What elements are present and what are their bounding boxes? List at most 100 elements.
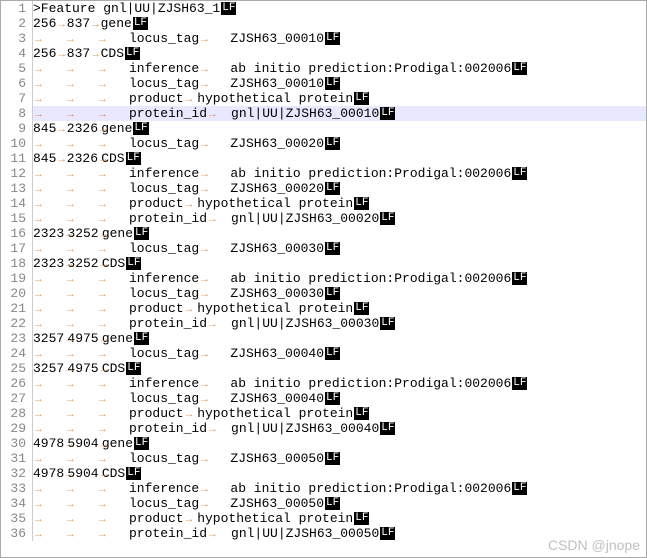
code-text: 4978 [33, 466, 64, 481]
code-text: 2326 [67, 121, 98, 136]
code-line[interactable]: 845 2326 geneLF [33, 121, 646, 136]
code-line[interactable]: protein_id gnl|UU|ZJSH63_00010LF [33, 106, 646, 121]
code-line[interactable]: inference ab initio prediction:Prodigal:… [33, 481, 646, 496]
code-content[interactable]: >Feature gnl|UU|ZJSH63_1LF256 837 geneLF… [33, 1, 646, 541]
code-line[interactable]: inference ab initio prediction:Prodigal:… [33, 376, 646, 391]
line-number: 3 [1, 31, 32, 46]
code-editor[interactable]: 1234567891011121314151617181920212223242… [1, 1, 646, 541]
code-text: locus_tag [129, 181, 199, 196]
lf-marker: LF [134, 227, 149, 240]
code-line[interactable]: 4978 5904 CDSLF [33, 466, 646, 481]
code-line[interactable]: 2323 3252 CDSLF [33, 256, 646, 271]
code-line[interactable]: product hypothetical proteinLF [33, 196, 646, 211]
lf-marker: LF [512, 482, 527, 495]
code-line[interactable]: protein_id gnl|UU|ZJSH63_00050LF [33, 526, 646, 541]
code-text: locus_tag [129, 451, 199, 466]
code-text: product [129, 511, 184, 526]
code-line[interactable]: locus_tag ZJSH63_00010LF [33, 76, 646, 91]
lf-marker: LF [512, 167, 527, 180]
lf-marker: LF [325, 182, 340, 195]
code-line[interactable]: protein_id gnl|UU|ZJSH63_00030LF [33, 316, 646, 331]
code-line[interactable]: >Feature gnl|UU|ZJSH63_1LF [33, 1, 646, 16]
line-number: 11 [1, 151, 32, 166]
lf-marker: LF [133, 122, 148, 135]
code-text: ab initio prediction:Prodigal:002006 [230, 61, 511, 76]
code-line[interactable]: inference ab initio prediction:Prodigal:… [33, 271, 646, 286]
line-number: 16 [1, 226, 32, 241]
code-line[interactable]: 256 837 CDSLF [33, 46, 646, 61]
code-text: ab initio prediction:Prodigal:002006 [230, 271, 511, 286]
code-text: hypothetical protein [197, 511, 353, 526]
tab-arrow-icon [33, 528, 65, 541]
code-text: product [129, 406, 184, 421]
line-number: 8 [1, 106, 32, 121]
code-text: ZJSH63_00040 [230, 391, 324, 406]
code-line[interactable]: 3257 4975 geneLF [33, 331, 646, 346]
code-line[interactable]: locus_tag ZJSH63_00050LF [33, 496, 646, 511]
code-line[interactable]: 4978 5904 geneLF [33, 436, 646, 451]
lf-marker: LF [380, 107, 395, 120]
code-text: 837 [67, 46, 90, 61]
line-number: 27 [1, 391, 32, 406]
code-text: gnl|UU|ZJSH63_00020 [231, 211, 379, 226]
code-text: gene [101, 16, 132, 31]
code-line[interactable]: locus_tag ZJSH63_00040LF [33, 346, 646, 361]
code-line[interactable]: locus_tag ZJSH63_00020LF [33, 181, 646, 196]
code-line[interactable]: inference ab initio prediction:Prodigal:… [33, 61, 646, 76]
code-text: 837 [67, 16, 90, 31]
lf-marker: LF [325, 77, 340, 90]
code-line[interactable]: inference ab initio prediction:Prodigal:… [33, 166, 646, 181]
line-number: 31 [1, 451, 32, 466]
code-text: 2326 [67, 151, 98, 166]
lf-marker: LF [512, 272, 527, 285]
line-number: 6 [1, 76, 32, 91]
code-line[interactable]: 256 837 geneLF [33, 16, 646, 31]
code-text: ab initio prediction:Prodigal:002006 [230, 481, 511, 496]
code-text: locus_tag [129, 496, 199, 511]
code-line[interactable]: protein_id gnl|UU|ZJSH63_00020LF [33, 211, 646, 226]
line-number: 7 [1, 91, 32, 106]
code-text: product [129, 91, 184, 106]
lf-marker: LF [325, 287, 340, 300]
code-line[interactable]: 845 2326 CDSLF [33, 151, 646, 166]
line-number: 15 [1, 211, 32, 226]
code-line[interactable]: 3257 4975 CDSLF [33, 361, 646, 376]
code-line[interactable]: locus_tag ZJSH63_00050LF [33, 451, 646, 466]
code-text: gnl|UU|ZJSH63_00030 [231, 316, 379, 331]
code-line[interactable]: product hypothetical proteinLF [33, 91, 646, 106]
code-line[interactable]: locus_tag ZJSH63_00030LF [33, 286, 646, 301]
code-text: gnl|UU|ZJSH63_00010 [231, 106, 379, 121]
code-line[interactable]: locus_tag ZJSH63_00030LF [33, 241, 646, 256]
line-number: 10 [1, 136, 32, 151]
code-text: locus_tag [129, 76, 199, 91]
code-text: ZJSH63_00020 [230, 181, 324, 196]
code-text: gnl|UU|ZJSH63_00050 [231, 526, 379, 541]
lf-marker: LF [134, 332, 149, 345]
code-text: ab initio prediction:Prodigal:002006 [230, 166, 511, 181]
line-number: 21 [1, 301, 32, 316]
lf-marker: LF [354, 197, 369, 210]
code-line[interactable]: product hypothetical proteinLF [33, 406, 646, 421]
code-line[interactable]: locus_tag ZJSH63_00010LF [33, 31, 646, 46]
code-line[interactable]: product hypothetical proteinLF [33, 301, 646, 316]
lf-marker: LF [512, 377, 527, 390]
line-number: 20 [1, 286, 32, 301]
code-text: locus_tag [129, 136, 199, 151]
code-text: 3257 [33, 361, 64, 376]
lf-marker: LF [380, 527, 395, 540]
line-number: 2 [1, 16, 32, 31]
lf-marker: LF [325, 137, 340, 150]
code-text: CDS [101, 46, 124, 61]
line-number: 33 [1, 481, 32, 496]
tab-arrow-icon [207, 528, 231, 541]
code-text: protein_id [129, 526, 207, 541]
line-number: 18 [1, 256, 32, 271]
code-text: ZJSH63_00040 [230, 346, 324, 361]
code-line[interactable]: product hypothetical proteinLF [33, 511, 646, 526]
code-line[interactable]: 2323 3252 geneLF [33, 226, 646, 241]
line-number: 4 [1, 46, 32, 61]
code-line[interactable]: protein_id gnl|UU|ZJSH63_00040LF [33, 421, 646, 436]
code-line[interactable]: locus_tag ZJSH63_00040LF [33, 391, 646, 406]
line-number: 30 [1, 436, 32, 451]
code-line[interactable]: locus_tag ZJSH63_00020LF [33, 136, 646, 151]
